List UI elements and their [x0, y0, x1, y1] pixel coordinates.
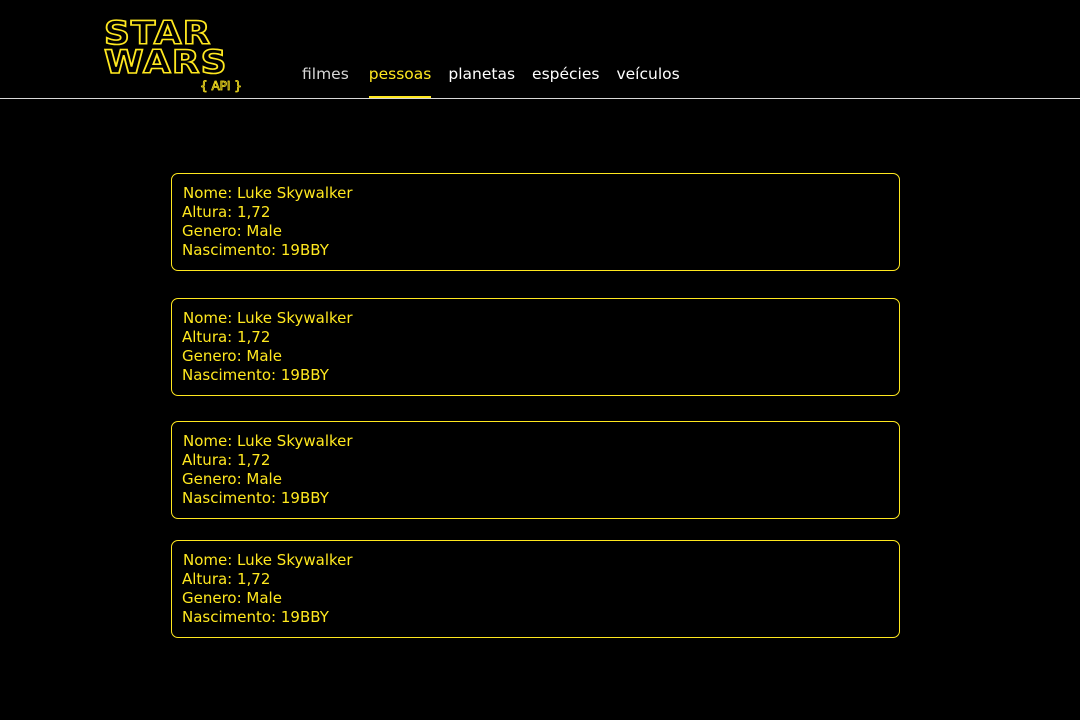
- person-card[interactable]: Nome: Luke Skywalker Altura: 1,72 Genero…: [171, 540, 900, 638]
- person-height: Altura: 1,72: [182, 203, 271, 221]
- nav-item-planetas[interactable]: planetas: [448, 63, 515, 85]
- person-birth: Nascimento: 19BBY: [182, 241, 329, 259]
- person-card[interactable]: Nome: Luke Skywalker Altura: 1,72 Genero…: [171, 421, 900, 519]
- person-birth: Nascimento: 19BBY: [182, 489, 329, 507]
- nav-item-especies[interactable]: espécies: [532, 63, 599, 85]
- person-card[interactable]: Nome: Luke Skywalker Altura: 1,72 Genero…: [171, 173, 900, 271]
- person-gender: Genero: Male: [182, 347, 282, 365]
- person-height: Altura: 1,72: [182, 570, 271, 588]
- person-name: Nome: Luke Skywalker: [183, 432, 353, 450]
- star-wars-api-logo[interactable]: STAR WARS { API }: [103, 16, 244, 98]
- person-card[interactable]: Nome: Luke Skywalker Altura: 1,72 Genero…: [171, 298, 900, 396]
- person-gender: Genero: Male: [182, 222, 282, 240]
- nav-item-filmes[interactable]: filmes: [302, 63, 349, 85]
- person-birth: Nascimento: 19BBY: [182, 608, 329, 626]
- person-name: Nome: Luke Skywalker: [183, 551, 353, 569]
- main-nav: filmes pessoas planetas espécies veículo…: [302, 63, 697, 98]
- person-height: Altura: 1,72: [182, 451, 271, 469]
- person-birth: Nascimento: 19BBY: [182, 366, 329, 384]
- logo-api-subtitle: { API }: [200, 79, 243, 94]
- page: STAR WARS { API } filmes pessoas planeta…: [0, 0, 1080, 720]
- person-name: Nome: Luke Skywalker: [183, 184, 353, 202]
- nav-item-veiculos[interactable]: veículos: [616, 63, 679, 85]
- person-name: Nome: Luke Skywalker: [183, 309, 353, 327]
- nav-item-pessoas[interactable]: pessoas: [368, 63, 431, 98]
- person-gender: Genero: Male: [182, 589, 282, 607]
- person-gender: Genero: Male: [182, 470, 282, 488]
- person-height: Altura: 1,72: [182, 328, 271, 346]
- header: STAR WARS { API } filmes pessoas planeta…: [0, 0, 1080, 99]
- logo-line-wars: WARS: [103, 43, 228, 81]
